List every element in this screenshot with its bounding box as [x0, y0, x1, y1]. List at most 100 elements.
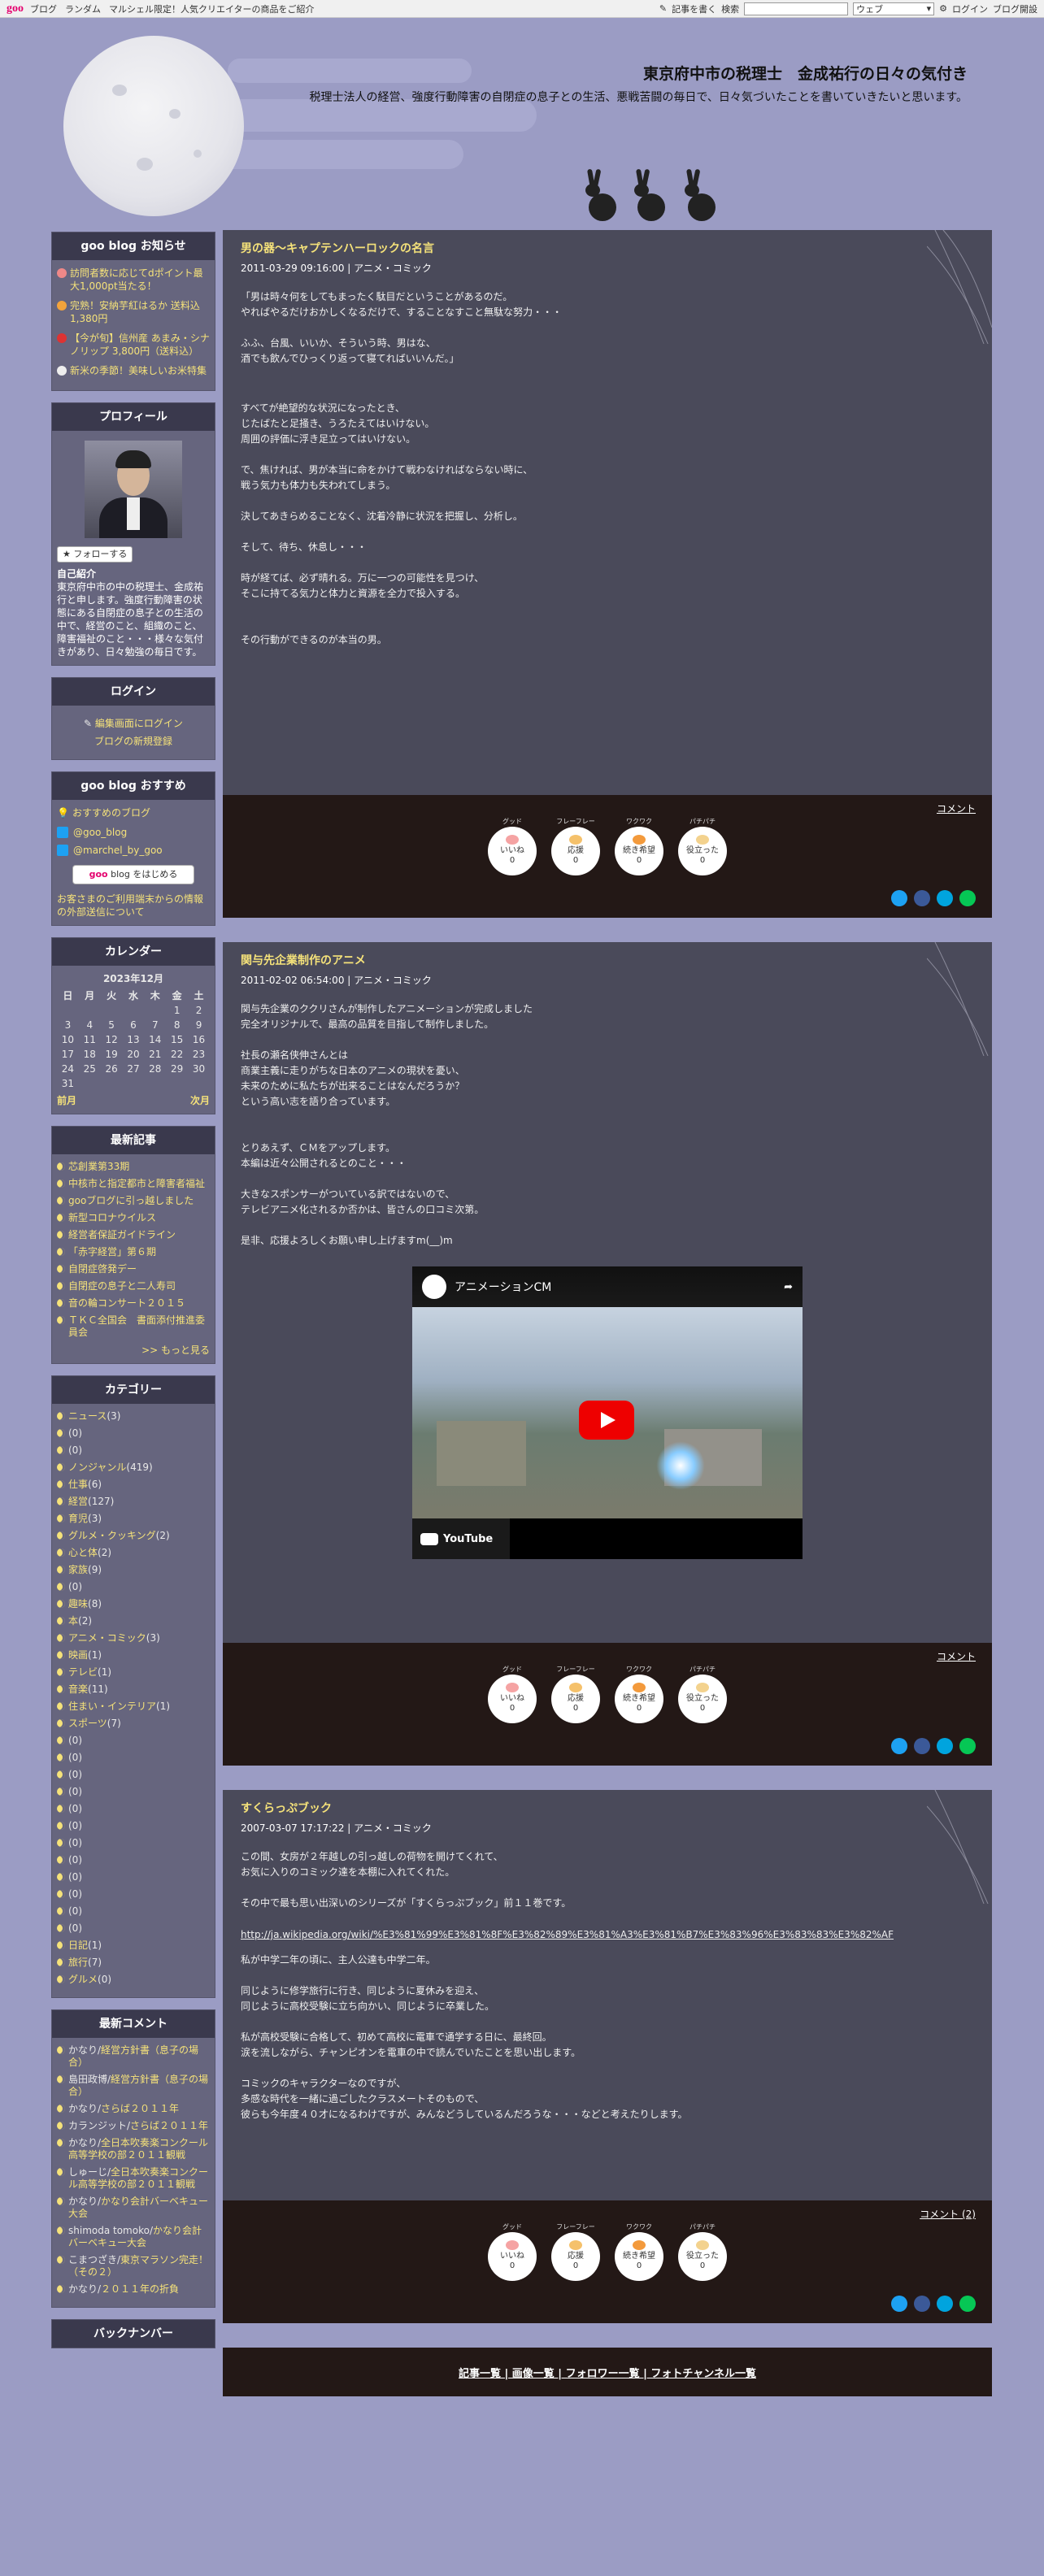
category-link[interactable]: 音楽	[68, 1683, 88, 1695]
post-title[interactable]: すくらっぷブック	[241, 1800, 974, 1816]
category-link[interactable]: 趣味	[68, 1598, 88, 1609]
category-link[interactable]: 仕事	[68, 1479, 88, 1490]
recent-post-link[interactable]: 自閉症の息子と二人寿司	[68, 1280, 176, 1292]
video-title[interactable]: アニメーションCM	[455, 1279, 551, 1295]
twitter-share-icon[interactable]	[891, 2296, 907, 2312]
category-link[interactable]: 住まい・インテリア	[68, 1701, 156, 1712]
nav-blog[interactable]: ブログ	[30, 2, 57, 15]
notice-link[interactable]: 訪問者数に応じてdポイント最大1,000pt当たる！	[70, 267, 210, 293]
category-item[interactable]: 音楽(11)	[57, 1683, 210, 1696]
write-article-link[interactable]: 記事を書く	[672, 2, 716, 15]
recent-post-item[interactable]: gooブログに引っ越しました	[57, 1195, 210, 1207]
category-link[interactable]: 心と体	[68, 1547, 98, 1558]
category-item[interactable]: (0)	[57, 1854, 210, 1866]
category-item[interactable]: 経営(127)	[57, 1496, 210, 1508]
recent-post-link[interactable]: 「赤字経営」第６期	[68, 1246, 156, 1258]
category-item[interactable]: (0)	[57, 1786, 210, 1798]
category-link[interactable]: グルメ	[68, 1974, 98, 1985]
open-blog-link[interactable]: ブログ開設	[993, 2, 1037, 15]
nav-marchel[interactable]: マルシェル限定！人気クリエイターの商品をご紹介	[109, 2, 315, 15]
category-link[interactable]: グルメ・クッキング	[68, 1530, 156, 1541]
notice-item[interactable]: 新米の季節！美味しいお米特集	[57, 364, 210, 377]
category-link[interactable]: 映画	[68, 1649, 88, 1661]
notice-link[interactable]: 完熟！安納芋紅はるか 送料込1,380円	[70, 299, 210, 325]
recent-post-item[interactable]: 自閉症啓発デー	[57, 1263, 210, 1275]
category-item[interactable]: 日記(1)	[57, 1940, 210, 1952]
reaction-button[interactable]: グッド いいね 0	[488, 1666, 537, 1723]
reaction-button[interactable]: グッド いいね 0	[488, 2223, 537, 2281]
reaction-button[interactable]: ワクワク 続き希望 0	[615, 1666, 663, 1723]
category-link[interactable]: 旅行	[68, 1957, 88, 1968]
more-link[interactable]: >> もっと見る	[57, 1344, 210, 1357]
recent-post-link[interactable]: 中核市と指定都市と障害者福祉	[68, 1178, 205, 1190]
facebook-share-icon[interactable]	[914, 1738, 930, 1754]
category-item[interactable]: (0)	[57, 1427, 210, 1440]
category-item[interactable]: グルメ・クッキング(2)	[57, 1530, 210, 1542]
category-link[interactable]: 本	[68, 1615, 78, 1627]
category-link[interactable]: アニメ・コミック	[68, 1632, 146, 1644]
footer-links[interactable]: 記事一覧 | 画像一覧 | フォロワー一覧 | フォトチャンネル一覧	[223, 2348, 992, 2396]
category-item[interactable]: (0)	[57, 1837, 210, 1849]
register-link[interactable]: ブログの新規登録	[94, 736, 172, 747]
recent-post-item[interactable]: 自閉症の息子と二人寿司	[57, 1280, 210, 1292]
category-item[interactable]: (0)	[57, 1752, 210, 1764]
line-share-icon[interactable]	[959, 890, 976, 906]
login-link[interactable]: ログイン	[952, 2, 988, 15]
category-item[interactable]: 仕事(6)	[57, 1479, 210, 1491]
youtube-logo[interactable]: YouTube	[412, 1518, 510, 1559]
comment-post-link[interactable]: ２０１１年の折負	[101, 2283, 179, 2295]
category-item[interactable]: (0)	[57, 1581, 210, 1593]
comment-post-link[interactable]: さらば２０１１年	[101, 2103, 179, 2114]
hatena-share-icon[interactable]	[937, 2296, 953, 2312]
recent-post-link[interactable]: 新型コロナウイルス	[68, 1212, 156, 1224]
category-item[interactable]: スポーツ(7)	[57, 1718, 210, 1730]
reaction-button[interactable]: パチパチ 役立った 0	[678, 1666, 727, 1723]
nav-random[interactable]: ランダム	[65, 2, 101, 15]
search-scope-select[interactable]: ウェブ ▾	[853, 2, 935, 15]
category-link[interactable]: 家族	[68, 1564, 88, 1575]
line-share-icon[interactable]	[959, 1738, 976, 1754]
twitter-link-goo-blog[interactable]: @goo_blog	[73, 826, 127, 839]
category-item[interactable]: グルメ(0)	[57, 1974, 210, 1986]
category-item[interactable]: ノンジャンル(419)	[57, 1462, 210, 1474]
youtube-embed[interactable]: アニメーションCM ➦ YouTube	[412, 1266, 803, 1559]
recent-post-item[interactable]: 「赤字経営」第６期	[57, 1246, 210, 1258]
notice-link[interactable]: 【今が旬】信州産 あまみ・シナノリップ 3,800円（送料込）	[70, 332, 210, 358]
category-item[interactable]: 住まい・インテリア(1)	[57, 1701, 210, 1713]
category-link[interactable]: テレビ	[68, 1666, 98, 1678]
reaction-button[interactable]: パチパチ 役立った 0	[678, 818, 727, 875]
notice-link[interactable]: 新米の季節！美味しいお米特集	[70, 364, 207, 377]
calendar-next[interactable]: 次月	[190, 1094, 210, 1107]
category-link[interactable]: ノンジャンル	[68, 1462, 126, 1473]
reaction-button[interactable]: ワクワク 続き希望 0	[615, 2223, 663, 2281]
category-item[interactable]: 旅行(7)	[57, 1957, 210, 1969]
category-item[interactable]: 映画(1)	[57, 1649, 210, 1662]
category-link[interactable]: スポーツ	[68, 1718, 107, 1729]
reaction-button[interactable]: グッド いいね 0	[488, 818, 537, 875]
play-button[interactable]	[579, 1401, 634, 1440]
notice-item[interactable]: 訪問者数に応じてdポイント最大1,000pt当たる！	[57, 267, 210, 293]
search-input[interactable]	[744, 2, 849, 15]
category-item[interactable]: 家族(9)	[57, 1564, 210, 1576]
recommend-link[interactable]: おすすめのブログ	[72, 806, 150, 819]
twitter-share-icon[interactable]	[891, 890, 907, 906]
category-item[interactable]: テレビ(1)	[57, 1666, 210, 1679]
recent-post-item[interactable]: 音の輪コンサート２０１５	[57, 1297, 210, 1310]
reaction-button[interactable]: パチパチ 役立った 0	[678, 2223, 727, 2281]
category-link[interactable]: ニュース	[68, 1410, 107, 1422]
facebook-share-icon[interactable]	[914, 890, 930, 906]
category-item[interactable]: 心と体(2)	[57, 1547, 210, 1559]
recent-post-link[interactable]: 芯創業第33期	[68, 1161, 129, 1173]
category-link[interactable]: 育児	[68, 1513, 88, 1524]
twitter-share-icon[interactable]	[891, 1738, 907, 1754]
category-item[interactable]: (0)	[57, 1735, 210, 1747]
category-item[interactable]: (0)	[57, 1820, 210, 1832]
follow-button[interactable]: ★ フォローする	[57, 546, 133, 563]
category-item[interactable]: 育児(3)	[57, 1513, 210, 1525]
category-link[interactable]: 経営	[68, 1496, 88, 1507]
reaction-button[interactable]: フレーフレー 応援 0	[551, 2223, 600, 2281]
footer-links-text[interactable]: 記事一覧 | 画像一覧 | フォロワー一覧 | フォトチャンネル一覧	[459, 2365, 756, 2380]
category-item[interactable]: (0)	[57, 1444, 210, 1457]
recent-post-item[interactable]: ＴＫＣ全国会 書面添付推進委員会	[57, 1314, 210, 1339]
recent-post-item[interactable]: 中核市と指定都市と障害者福祉	[57, 1178, 210, 1190]
